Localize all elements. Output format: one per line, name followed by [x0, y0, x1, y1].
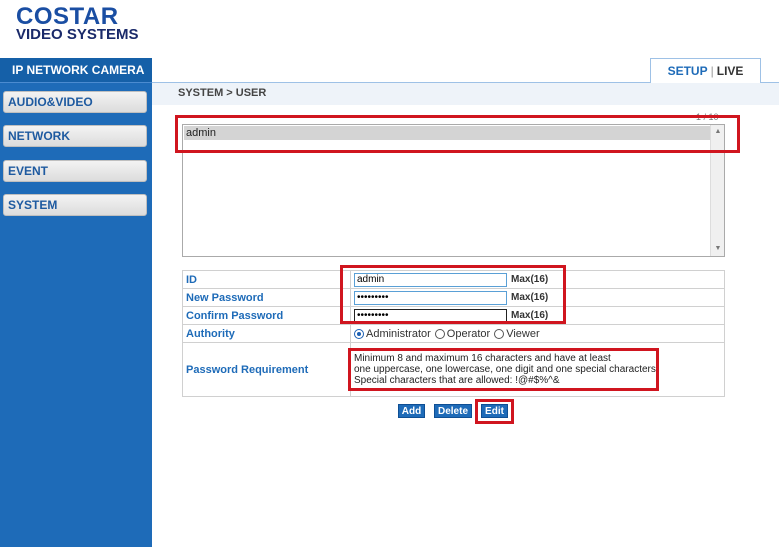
radio-administrator[interactable]	[354, 328, 364, 339]
radio-operator[interactable]	[434, 328, 445, 339]
radio-administrator-label[interactable]: Administrator	[366, 328, 431, 340]
id-cell: Max(16)	[350, 270, 725, 289]
scroll-down-arrow-icon[interactable]: ▼	[711, 243, 725, 255]
user-count: 1 / 10	[696, 112, 719, 122]
user-list[interactable]: admin ▲ ▼	[182, 124, 725, 257]
sidebar-title: IP NETWORK CAMERA	[0, 58, 152, 83]
sidebar-item-network[interactable]: NETWORK	[3, 125, 147, 147]
top-nav-strip: SETUP | LIVE	[152, 58, 779, 83]
tab-setup[interactable]: SETUP	[668, 64, 708, 78]
user-form: ID Max(16) New Password Max(16) Confirm …	[182, 270, 725, 397]
delete-button[interactable]: Delete	[434, 404, 472, 418]
breadcrumb-bar: SYSTEM > USER	[152, 83, 779, 105]
confirm-password-cell: Max(16)	[350, 306, 725, 325]
requirement-line: Special characters that are allowed: !@#…	[354, 375, 560, 386]
password-requirement-label: Password Requirement	[182, 342, 351, 397]
list-item[interactable]: admin	[184, 126, 711, 140]
password-requirement-text: Minimum 8 and maximum 16 characters and …	[354, 350, 724, 389]
edit-button[interactable]: Edit	[481, 404, 508, 418]
sidebar: IP NETWORK CAMERA AUDIO&VIDEO NETWORK EV…	[0, 58, 152, 547]
tab-separator: |	[710, 64, 714, 78]
id-label: ID	[182, 270, 351, 289]
password-requirement-cell: Minimum 8 and maximum 16 characters and …	[350, 342, 725, 397]
sidebar-item-system[interactable]: SYSTEM	[3, 194, 147, 216]
radio-viewer[interactable]	[494, 328, 505, 339]
scrollbar[interactable]: ▲ ▼	[710, 125, 724, 256]
requirement-line: Minimum 8 and maximum 16 characters and …	[354, 353, 611, 364]
costar-logo: COSTAR VIDEO SYSTEMS	[16, 3, 186, 43]
setup-live-tabs: SETUP | LIVE	[650, 58, 761, 83]
radio-operator-label[interactable]: Operator	[447, 328, 490, 340]
authority-cell: Administrator Operator Viewer	[350, 324, 725, 343]
authority-label: Authority	[182, 324, 351, 343]
new-password-cell: Max(16)	[350, 288, 725, 307]
scroll-up-arrow-icon[interactable]: ▲	[711, 126, 725, 138]
confirm-password-label: Confirm Password	[182, 306, 351, 325]
confirm-password-input[interactable]	[354, 308, 507, 323]
requirement-line: one uppercase, one lowercase, one digit …	[354, 364, 659, 375]
sidebar-item-event[interactable]: EVENT	[3, 160, 147, 182]
sidebar-item-audio-video[interactable]: AUDIO&VIDEO	[3, 91, 147, 113]
logo-line2: VIDEO SYSTEMS	[16, 26, 139, 43]
radio-viewer-label[interactable]: Viewer	[506, 328, 539, 340]
new-password-input[interactable]	[354, 290, 507, 305]
authority-radio-group: Administrator Operator Viewer	[354, 328, 724, 340]
new-password-label: New Password	[182, 288, 351, 307]
id-input[interactable]	[354, 272, 507, 287]
breadcrumb: SYSTEM > USER	[178, 87, 267, 99]
tab-live[interactable]: LIVE	[717, 64, 744, 78]
new-password-max-hint: Max(16)	[511, 292, 549, 304]
add-button[interactable]: Add	[398, 404, 425, 418]
logo-line1: COSTAR	[16, 3, 119, 30]
id-max-hint: Max(16)	[511, 274, 549, 286]
confirm-password-max-hint: Max(16)	[511, 310, 549, 322]
